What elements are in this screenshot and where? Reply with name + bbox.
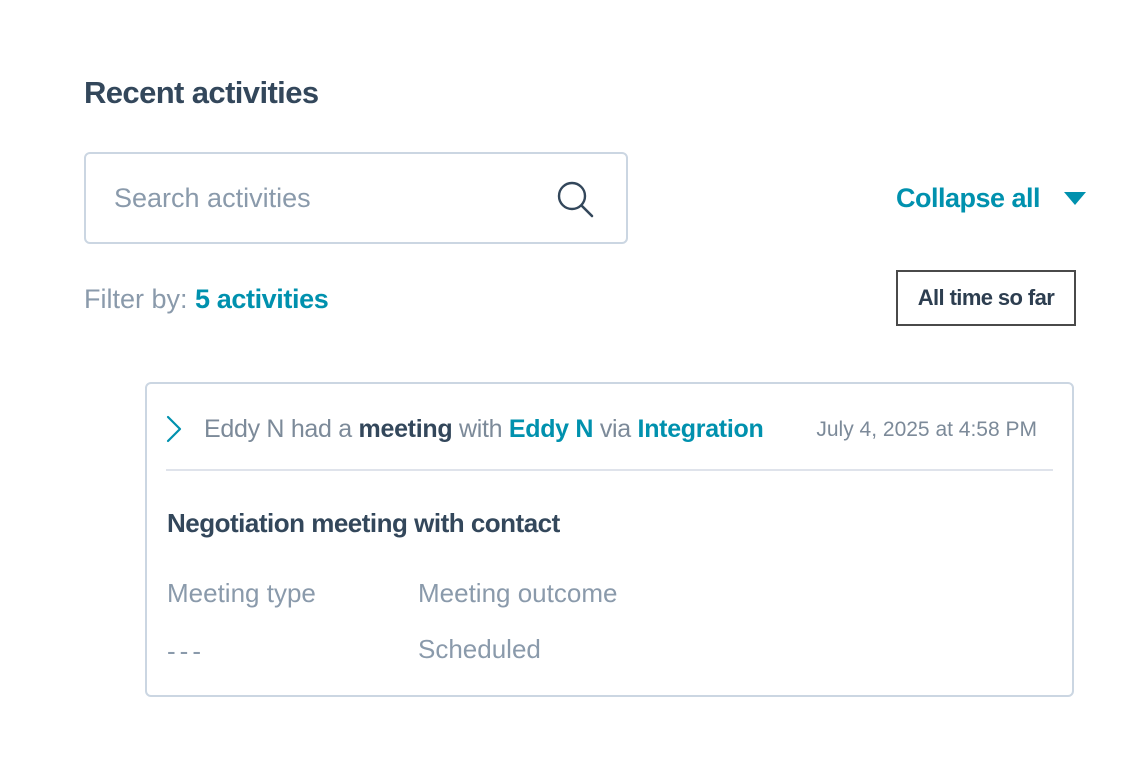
caret-down-icon [1064, 191, 1087, 205]
search-input[interactable] [114, 178, 534, 218]
page-title: Recent activities [84, 75, 319, 110]
activity-summary: Eddy N had a meeting with Eddy N via Int… [204, 412, 764, 446]
filter-label: Filter by: [84, 284, 196, 314]
search-icon[interactable] [556, 180, 596, 220]
time-range-button[interactable]: All time so far [896, 270, 1076, 326]
activity-contact-link[interactable]: Eddy N [509, 415, 594, 443]
activity-type: meeting [358, 415, 453, 443]
card-divider [166, 469, 1053, 471]
activity-title: Negotiation meeting with contact [167, 508, 560, 538]
meeting-outcome-value: Scheduled [418, 634, 541, 664]
meeting-type-value: --- [167, 636, 205, 666]
collapse-all-label: Collapse all [896, 183, 1041, 213]
filter-activities-link[interactable]: 5 activities [195, 284, 329, 314]
collapse-all-button[interactable]: Collapse all [896, 180, 1087, 216]
search-box[interactable] [84, 152, 628, 244]
activity-card-header[interactable]: Eddy N had a meeting with Eddy N via Int… [147, 384, 1072, 470]
activity-card: Eddy N had a meeting with Eddy N via Int… [145, 382, 1074, 697]
activity-source-link[interactable]: Integration [638, 415, 764, 443]
activity-text-with: with [452, 415, 509, 443]
chevron-right-icon[interactable] [165, 414, 183, 444]
filter-row: Filter by: 5 activities [84, 281, 329, 317]
activity-timestamp: July 4, 2025 at 4:58 PM [816, 418, 1037, 441]
meeting-outcome-label: Meeting outcome [418, 578, 618, 608]
activity-text-had: had a [284, 415, 359, 443]
activity-actor: Eddy N [204, 415, 285, 443]
meeting-type-label: Meeting type [167, 578, 316, 608]
activity-text-via: via [593, 415, 638, 443]
